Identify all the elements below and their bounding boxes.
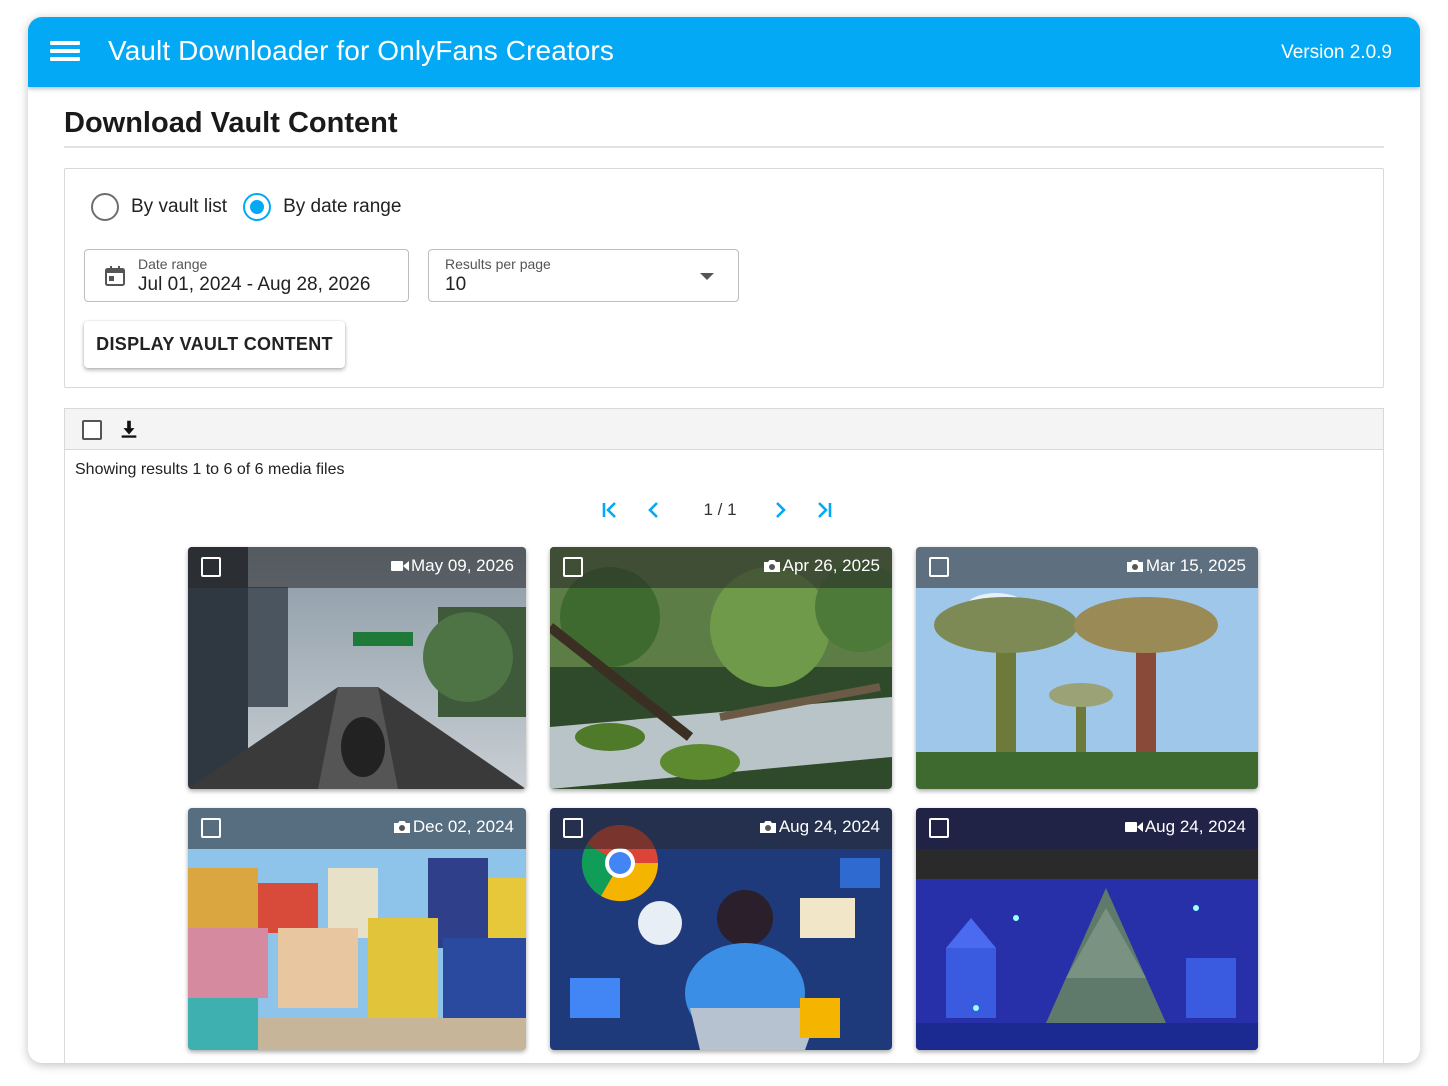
app-bar: Vault Downloader for OnlyFans Creators V… (28, 17, 1420, 87)
media-meta: Dec 02, 2024 (393, 817, 514, 837)
previous-page-icon[interactable] (641, 497, 667, 523)
media-meta: May 09, 2026 (390, 556, 514, 576)
results-per-page-value: 10 (445, 274, 467, 295)
radio-label-by-vault-list[interactable]: By vault list (131, 196, 227, 218)
media-date: Dec 02, 2024 (412, 817, 514, 836)
results-toolbar (65, 409, 1383, 450)
mode-radio-group: By vault list By date range (91, 193, 417, 221)
page-title: Download Vault Content (64, 107, 398, 139)
filter-panel: By vault list By date range Date range J… (64, 168, 1384, 388)
media-select-checkbox[interactable] (929, 818, 949, 838)
results-panel: Showing results 1 to 6 of 6 media files … (64, 408, 1384, 1063)
radio-label-by-date-range[interactable]: By date range (283, 196, 401, 218)
media-select-checkbox[interactable] (201, 557, 221, 577)
version-label: Version 2.0.9 (1281, 42, 1392, 63)
camera-icon (1126, 560, 1143, 572)
menu-icon[interactable] (50, 39, 80, 63)
media-date: May 09, 2026 (410, 556, 514, 575)
media-select-checkbox[interactable] (563, 818, 583, 838)
media-select-checkbox[interactable] (929, 557, 949, 577)
date-range-value: Jul 01, 2024 - Aug 28, 2026 (138, 274, 371, 295)
media-meta: Mar 15, 2025 (1126, 556, 1246, 576)
date-range-label: Date range (138, 256, 208, 272)
media-select-checkbox[interactable] (201, 818, 221, 838)
results-summary: Showing results 1 to 6 of 6 media files (75, 461, 345, 478)
results-per-page-select[interactable]: Results per page 10 (428, 249, 739, 302)
download-icon[interactable] (118, 418, 140, 440)
app-window: Vault Downloader for OnlyFans Creators V… (28, 17, 1420, 1063)
camera-icon (763, 560, 780, 572)
video-camera-icon (1124, 822, 1143, 832)
last-page-icon[interactable] (811, 497, 837, 523)
app-title: Vault Downloader for OnlyFans Creators (108, 35, 614, 66)
select-all-checkbox[interactable] (82, 420, 102, 440)
media-card[interactable]: Aug 24, 2024 (916, 808, 1258, 1050)
media-meta: Aug 24, 2024 (759, 817, 880, 837)
media-date: Aug 24, 2024 (1144, 817, 1246, 836)
media-card[interactable]: Dec 02, 2024 (188, 808, 526, 1050)
video-camera-icon (390, 561, 409, 571)
next-page-icon[interactable] (767, 497, 793, 523)
page-indicator: 1 / 1 (703, 500, 737, 519)
media-date: Aug 24, 2024 (778, 817, 880, 836)
media-date: Mar 15, 2025 (1145, 556, 1246, 575)
media-card[interactable]: May 09, 2026 (188, 547, 526, 789)
camera-icon (759, 821, 776, 833)
calendar-icon (105, 266, 125, 286)
media-date: Apr 26, 2025 (782, 556, 880, 575)
media-card[interactable]: Aug 24, 2024 (550, 808, 892, 1050)
media-meta: Apr 26, 2025 (763, 556, 880, 576)
media-meta: Aug 24, 2024 (1124, 817, 1246, 837)
media-select-checkbox[interactable] (563, 557, 583, 577)
radio-by-date-range[interactable] (243, 193, 272, 221)
title-divider (64, 146, 1384, 148)
media-card[interactable]: Apr 26, 2025 (550, 547, 892, 789)
media-card[interactable]: Mar 15, 2025 (916, 547, 1258, 789)
radio-by-vault-list[interactable] (91, 193, 119, 221)
pagination: 1 / 1 (597, 497, 837, 523)
display-vault-content-button[interactable]: DISPLAY VAULT CONTENT (84, 321, 345, 368)
date-range-field[interactable]: Date range Jul 01, 2024 - Aug 28, 2026 (84, 249, 409, 302)
caret-down-icon (700, 273, 714, 280)
results-per-page-label: Results per page (445, 256, 551, 272)
first-page-icon[interactable] (597, 497, 623, 523)
camera-icon (393, 821, 410, 833)
